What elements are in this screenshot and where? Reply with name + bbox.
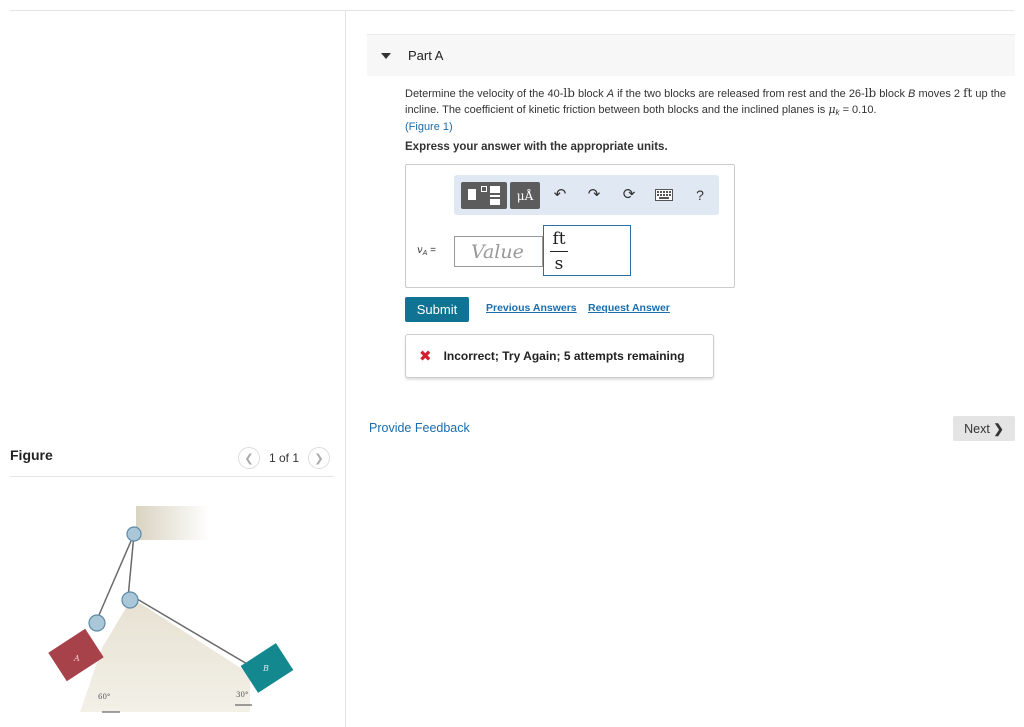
redo-icon[interactable]: ↷ [584,185,604,205]
figure-title: Figure [10,447,53,463]
pulley-incline [121,591,139,609]
reset-icon[interactable]: ⟳ [619,185,639,205]
provide-feedback-link[interactable]: Provide Feedback [369,421,470,435]
submit-button[interactable]: Submit [405,297,469,322]
math-toolbar: μÅ ↶ ↷ ⟳ ? [454,175,719,215]
figure-image: A B 60° 30° [48,506,294,713]
chevron-right-icon: ❯ [314,452,324,465]
undo-icon[interactable]: ↶ [550,185,570,205]
pager-count: 1 of 1 [269,451,300,465]
angle-a-label: 60° [98,693,110,701]
figure-link[interactable]: (Figure 1) [405,121,453,133]
help-button[interactable]: ? [690,185,710,205]
figure-divider [10,476,333,477]
chevron-right-icon: ❯ [993,422,1004,436]
keyboard-icon[interactable] [654,185,674,205]
unit-fraction: ft s [550,228,568,275]
unit-numerator: ft [552,229,566,249]
previous-answers-link[interactable]: Previous Answers [486,302,577,314]
answer-variable-label: vA = [417,245,436,257]
request-answer-link[interactable]: Request Answer [588,302,670,314]
instructions: Express your answer with the appropriate… [405,141,668,153]
part-title: Part A [408,48,444,63]
ceiling-support [136,506,210,540]
problem-statement: Determine the velocity of the 40-lb bloc… [405,86,1006,133]
column-divider [345,10,346,727]
value-input[interactable] [454,236,543,267]
cord-middle [127,533,135,599]
pulley-block-a [88,614,106,632]
figure-pager: ❮ 1 of 1 ❯ [238,447,331,469]
previous-figure-button[interactable]: ❮ [238,447,260,469]
pulley-top [126,526,142,542]
answer-box: μÅ ↶ ↷ ⟳ ? vA = ft s [405,164,735,288]
block-a-label: A [73,654,80,663]
feedback-text: Incorrect; Try Again; 5 attempts remaini… [443,349,685,363]
templates-button[interactable] [461,182,507,209]
unit-input[interactable]: ft s [543,225,631,276]
x-icon: ✖ [419,348,432,365]
block-b-label: B [262,664,269,673]
part-a-header[interactable]: Part A [367,34,1015,76]
top-divider [10,10,1014,11]
next-figure-button[interactable]: ❯ [308,447,331,469]
caret-down-icon [381,52,391,59]
unit-denominator: s [554,254,564,274]
angle-b-label: 30° [236,691,248,699]
units-button[interactable]: μÅ [510,182,540,209]
feedback-message: ✖ Incorrect; Try Again; 5 attempts remai… [405,334,714,378]
next-button[interactable]: Next ❯ [953,416,1015,441]
chevron-left-icon: ❮ [244,452,254,465]
